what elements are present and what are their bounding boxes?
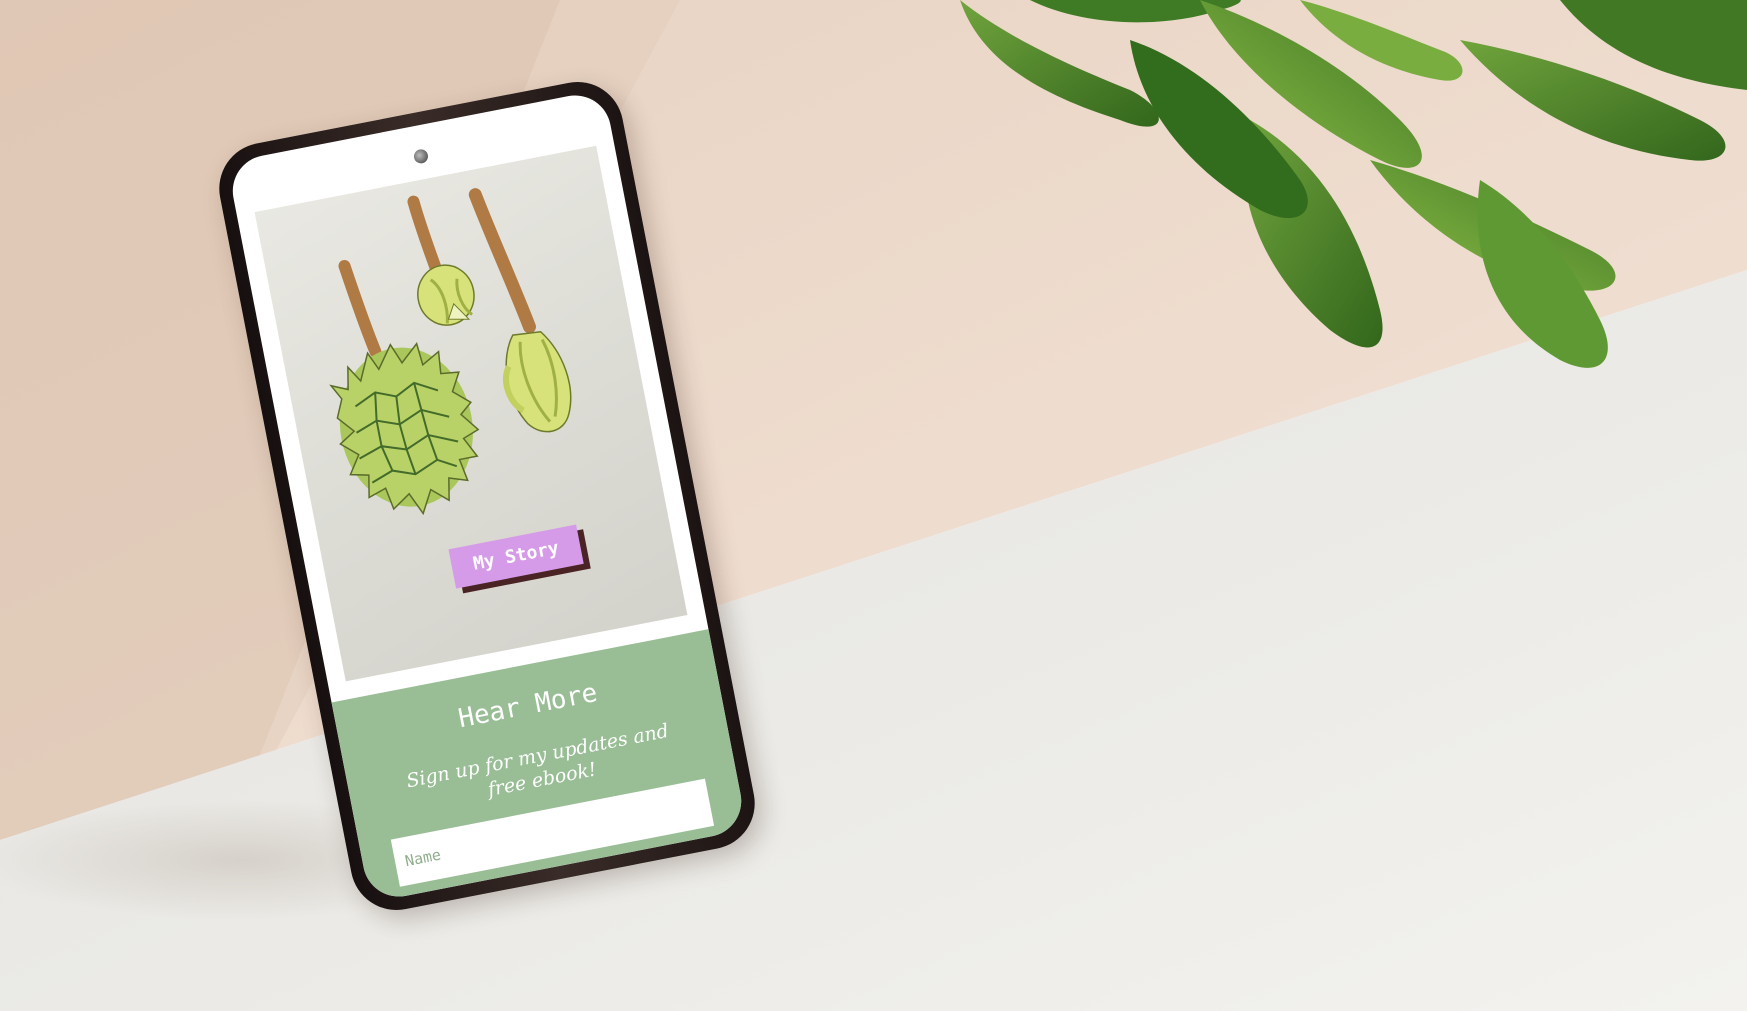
hero-illustration: My Story bbox=[254, 145, 688, 682]
camera-dot-icon bbox=[412, 148, 430, 165]
durian-watercolor-illustration bbox=[329, 188, 572, 516]
